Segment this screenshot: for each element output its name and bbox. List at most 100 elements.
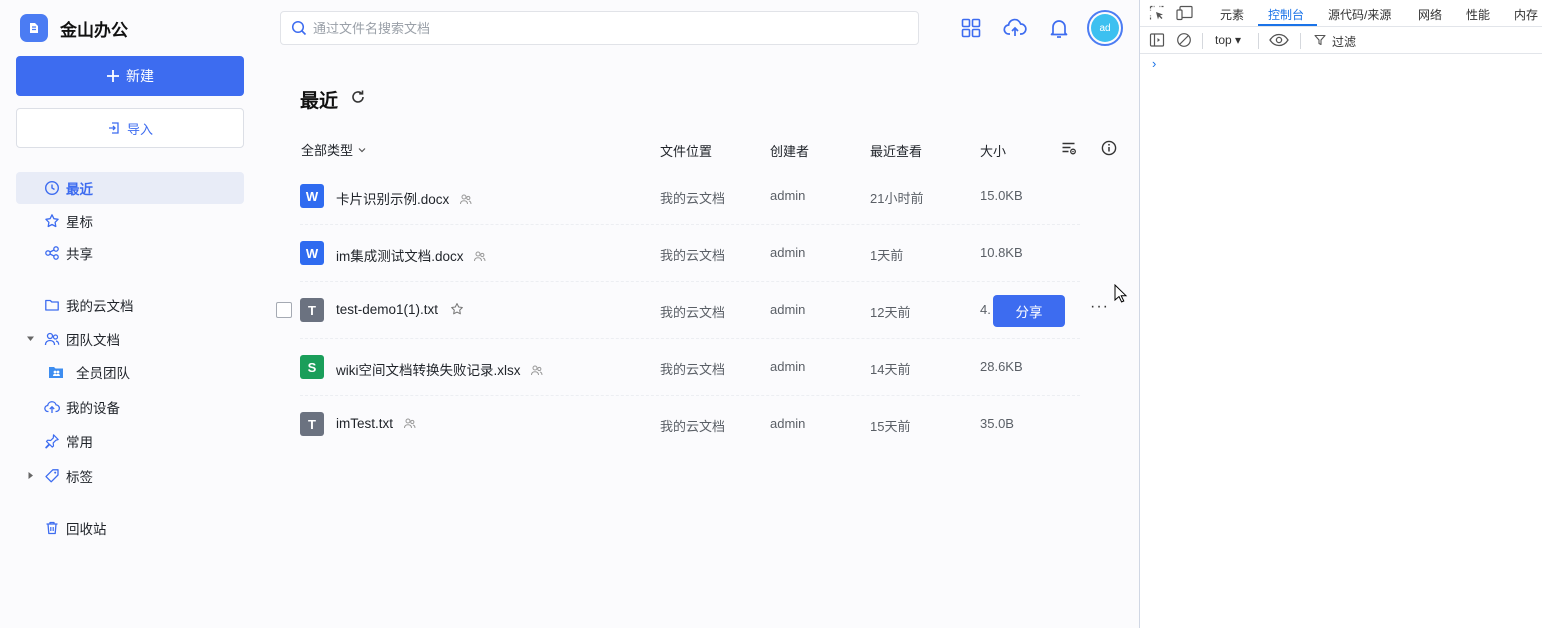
app-title: 金山办公 [60, 20, 128, 40]
row-checkbox[interactable] [276, 302, 292, 318]
file-creator: admin [770, 188, 806, 203]
clear-console-icon[interactable] [1176, 32, 1192, 48]
sidebar-item-label: 我的云文档 [66, 299, 134, 314]
devtools-tab-bar: 元素 控制台 源代码/来源 网络 性能 内存 [1140, 0, 1542, 27]
word-file-icon: W [300, 184, 324, 208]
caret-right-icon[interactable] [26, 471, 35, 480]
refresh-icon[interactable] [350, 89, 366, 105]
devtools-tab-sources[interactable]: 源代码/来源 [1328, 6, 1391, 23]
column-header-creator[interactable]: 创建者 [770, 141, 809, 160]
app-logo[interactable]: 金山办公 [20, 14, 128, 42]
file-name[interactable]: wiki空间文档转换失败记录.xlsx [336, 359, 543, 379]
sidebar-toggle-icon[interactable] [1149, 32, 1165, 48]
pin-icon [45, 434, 59, 449]
devtools-tab-memory[interactable]: 内存 [1514, 6, 1538, 23]
file-location: 我的云文档 [660, 191, 726, 206]
context-selector[interactable]: top ▾ [1215, 33, 1241, 47]
cloud-upload-icon[interactable] [1003, 16, 1027, 40]
info-icon[interactable] [1101, 140, 1117, 156]
team-icon [44, 332, 60, 346]
share-button[interactable]: 分享 [993, 295, 1065, 327]
sidebar-item-label: 最近 [66, 182, 93, 197]
sidebar-item-recent[interactable]: 最近 [16, 172, 244, 204]
file-creator: admin [770, 359, 806, 374]
apps-grid-icon[interactable] [959, 16, 983, 40]
eye-icon[interactable] [1269, 33, 1289, 47]
sidebar-item-label: 标签 [66, 470, 93, 485]
file-row[interactable]: W 卡片识别示例.docx 我的云文档 admin 21小时前 15.0KB [260, 168, 1140, 225]
active-tab-indicator [1258, 24, 1317, 26]
sidebar-item-frequent[interactable]: 常用 [16, 425, 244, 457]
file-name[interactable]: 卡片识别示例.docx [336, 188, 472, 208]
column-header-location[interactable]: 文件位置 [660, 141, 712, 160]
sidebar-item-my-devices[interactable]: 我的设备 [16, 391, 244, 423]
sidebar-item-label: 全员团队 [76, 366, 130, 381]
sidebar-item-tags[interactable]: 标签 [16, 460, 244, 492]
devtools-tab-elements[interactable]: 元素 [1220, 6, 1244, 23]
column-header-size[interactable]: 大小 [980, 141, 1006, 160]
file-viewed: 12天前 [870, 305, 911, 320]
team-folder-icon [49, 367, 63, 378]
share-icon [45, 246, 59, 260]
sidebar-item-trash[interactable]: 回收站 [16, 512, 244, 544]
text-file-icon: T [300, 412, 324, 436]
file-size: 4. [980, 302, 991, 317]
file-size: 28.6KB [980, 359, 1023, 374]
sidebar-item-team-docs[interactable]: 团队文档 [16, 323, 244, 355]
devtools-tab-network[interactable]: 网络 [1418, 6, 1442, 23]
file-viewed: 21小时前 [870, 191, 924, 206]
inspect-element-icon[interactable] [1149, 5, 1165, 21]
search-input[interactable] [313, 20, 893, 36]
file-location: 我的云文档 [660, 248, 726, 263]
sidebar-item-shared[interactable]: 共享 [16, 237, 244, 269]
search-icon [291, 20, 307, 36]
sidebar-item-starred[interactable]: 星标 [16, 205, 244, 237]
file-creator: admin [770, 302, 806, 317]
sidebar-item-label: 我的设备 [66, 401, 120, 416]
shared-users-icon [531, 365, 543, 376]
filter-input-label[interactable]: 过滤 [1332, 33, 1356, 50]
caret-down-icon[interactable] [26, 334, 35, 343]
avatar-text: ad [1091, 14, 1119, 42]
cloud-upload-icon [44, 401, 60, 413]
file-name[interactable]: im集成测试文档.docx [336, 245, 486, 265]
star-icon [45, 214, 59, 228]
file-name[interactable]: imTest.txt [336, 416, 416, 431]
file-size: 15.0KB [980, 188, 1023, 203]
shared-users-icon [474, 251, 486, 262]
sidebar-item-label: 团队文档 [66, 333, 120, 348]
import-button-label: 导入 [126, 121, 153, 137]
column-settings-icon[interactable] [1061, 140, 1077, 156]
column-header-viewed[interactable]: 最近查看 [870, 141, 922, 160]
import-button[interactable]: 导入 [16, 108, 244, 148]
import-icon [108, 122, 119, 134]
chevron-down-icon [358, 147, 366, 152]
device-toolbar-icon[interactable] [1176, 5, 1194, 21]
avatar[interactable]: ad [1087, 10, 1123, 46]
console-prompt[interactable]: › [1152, 56, 1156, 71]
file-viewed: 15天前 [870, 419, 911, 434]
toolbar-divider [1258, 33, 1259, 49]
file-size: 10.8KB [980, 245, 1023, 260]
star-icon[interactable] [450, 302, 464, 316]
new-button[interactable]: 新建 [16, 56, 244, 96]
file-name[interactable]: test-demo1(1).txt [336, 302, 464, 317]
file-row[interactable]: S wiki空间文档转换失败记录.xlsx 我的云文档 admin 14天前 2… [260, 339, 1140, 396]
type-filter-dropdown[interactable]: 全部类型 [301, 140, 367, 159]
file-size: 35.0B [980, 416, 1014, 431]
bell-icon[interactable] [1047, 16, 1071, 40]
search-box[interactable] [280, 11, 919, 45]
devtools-tab-performance[interactable]: 性能 [1466, 6, 1490, 23]
sidebar-item-my-cloud-docs[interactable]: 我的云文档 [16, 289, 244, 321]
clock-icon [44, 180, 60, 196]
devtools-tab-console[interactable]: 控制台 [1268, 6, 1304, 23]
toolbar-divider [1300, 33, 1301, 49]
more-options-button[interactable]: ··· [1090, 298, 1109, 316]
file-row[interactable]: T imTest.txt 我的云文档 admin 15天前 35.0B [260, 396, 1140, 453]
toolbar-divider [1202, 33, 1203, 49]
file-row[interactable]: W im集成测试文档.docx 我的云文档 admin 1天前 10.8KB [260, 225, 1140, 282]
file-row[interactable]: T test-demo1(1).txt 我的云文档 admin 12天前 4. … [260, 282, 1140, 339]
word-file-icon: W [300, 241, 324, 265]
sidebar-item-all-members-team[interactable]: 全员团队 [16, 356, 244, 388]
file-location: 我的云文档 [660, 362, 726, 377]
